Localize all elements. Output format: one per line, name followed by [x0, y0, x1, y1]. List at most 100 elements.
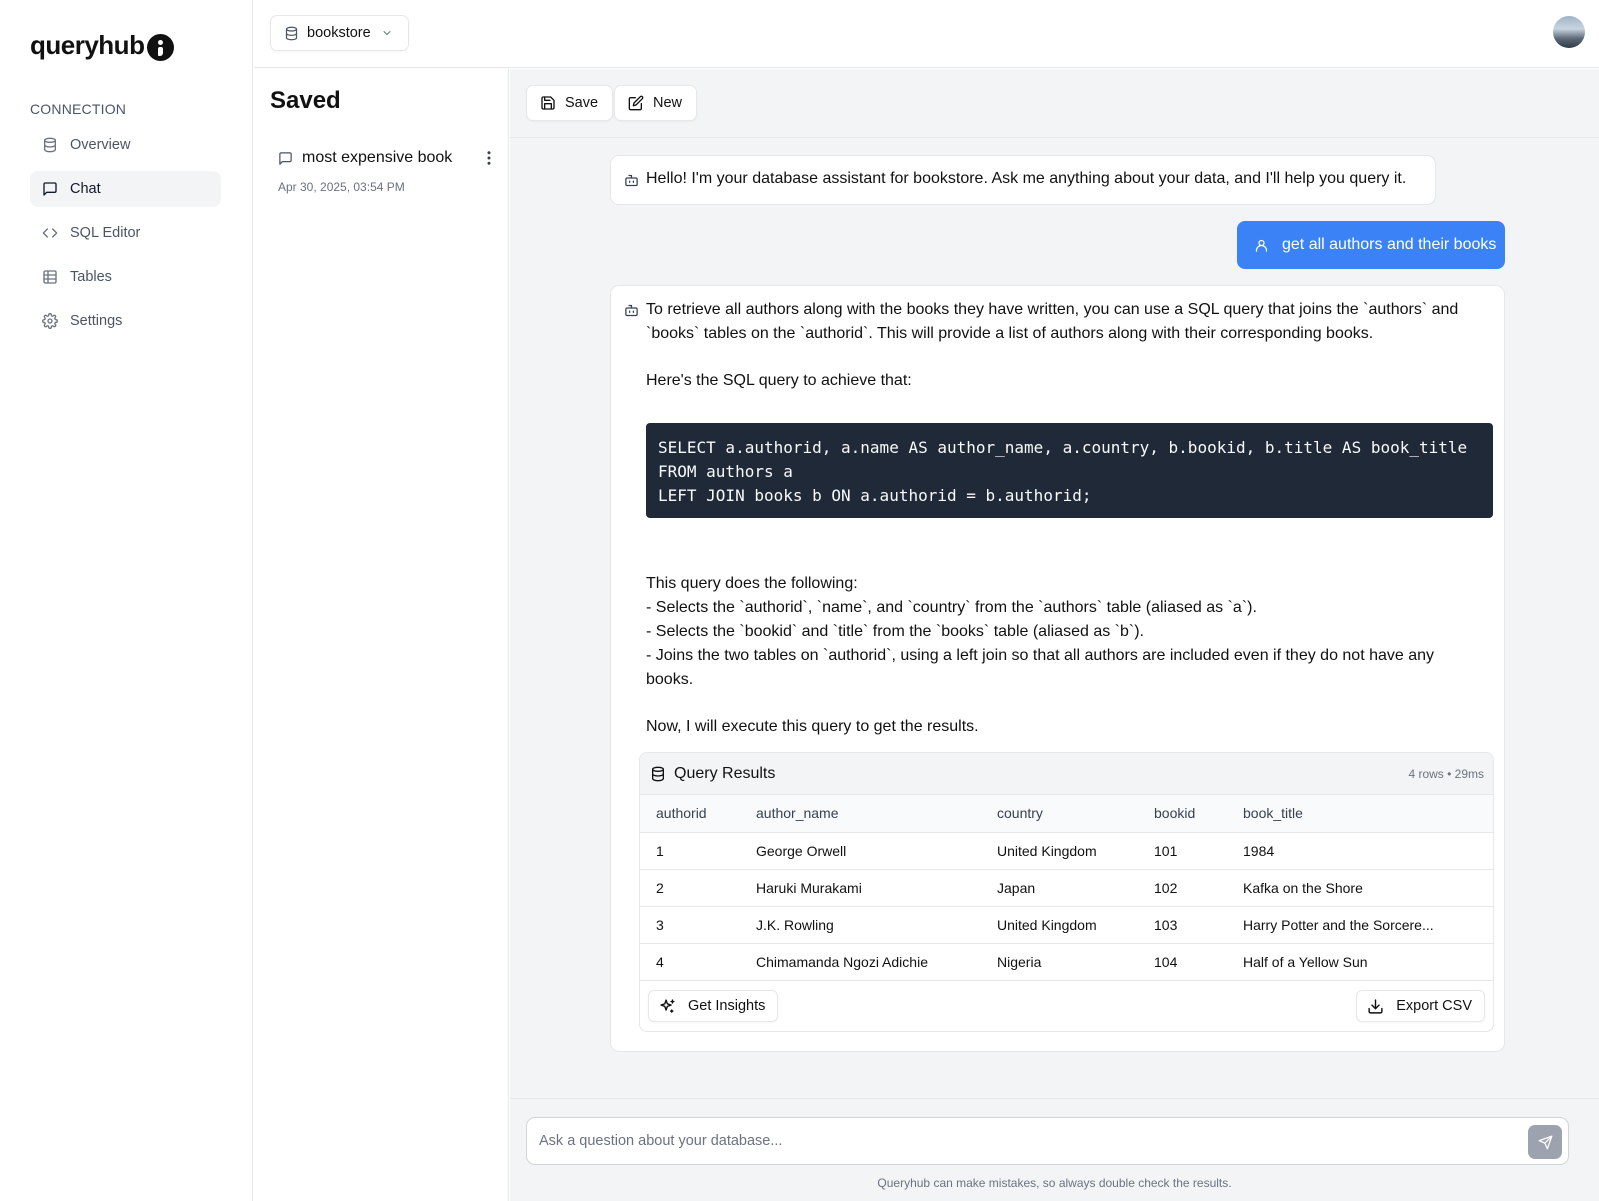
reply-closing: Now, I will execute this query to get th… [646, 718, 979, 735]
composer [526, 1117, 1569, 1165]
sidebar-nav: Overview Chat SQL Editor Tables Settings [30, 127, 221, 347]
send-button[interactable] [1528, 1125, 1562, 1159]
get-insights-button[interactable]: Get Insights [648, 990, 779, 1022]
sidebar-item-settings[interactable]: Settings [30, 303, 221, 339]
bot-icon [625, 174, 638, 187]
table-header-row: authorid author_name country bookid book… [640, 795, 1493, 833]
user-message: get all authors and their books [1237, 221, 1505, 269]
table-cell: United Kingdom [981, 906, 1138, 944]
user-message-text: get all authors and their books [1282, 236, 1497, 253]
save-icon [541, 96, 555, 110]
table-row: 2 Haruki Murakami Japan 102 Kafka on the… [640, 869, 1493, 907]
app-name: queryhub [30, 30, 145, 60]
greeting-text: Hello! I'm your database assistant for b… [646, 170, 1407, 187]
download-icon [1368, 998, 1383, 1014]
query-results-footer: Get Insights Export CSV [640, 981, 1493, 1031]
reply-intro: To retrieve all authors along with the b… [646, 301, 1463, 342]
gear-icon [42, 313, 58, 329]
table-row: 3 J.K. Rowling United Kingdom 103 Harry … [640, 906, 1493, 944]
saved-title: Saved [270, 87, 341, 114]
sidebar-item-tables[interactable]: Tables [30, 259, 221, 295]
table-row: 4 Chimamanda Ngozi Adichie Nigeria 104 H… [640, 943, 1493, 981]
explain-line: - Selects the `bookid` and `title` from … [646, 623, 1144, 640]
chat-toolbar: Save New [510, 69, 1599, 138]
database-icon [285, 26, 298, 40]
top-bar: bookstore [254, 0, 1599, 68]
column-header[interactable]: country [981, 795, 1138, 833]
sidebar-item-overview[interactable]: Overview [30, 127, 221, 163]
saved-chat-item[interactable]: most expensive book Apr 30, 2025, 03:54 … [278, 147, 498, 194]
table-cell: J.K. Rowling [740, 906, 981, 944]
save-button[interactable]: Save [526, 85, 614, 121]
table-cell: 1984 [1227, 832, 1493, 870]
reply-lead: Here's the SQL query to achieve that: [646, 372, 912, 389]
saved-chat-name: most expensive book [302, 149, 453, 166]
table-cell: Chimamanda Ngozi Adichie [740, 943, 981, 981]
bot-icon [625, 304, 638, 317]
table-cell: Japan [981, 869, 1138, 907]
sidebar-item-label: Overview [70, 137, 131, 153]
edit-icon [628, 95, 644, 111]
assistant-reply: To retrieve all authors along with the b… [610, 285, 1505, 1052]
table-cell: 102 [1138, 869, 1227, 907]
query-results-title: Query Results [674, 764, 776, 782]
composer-area: Queryhub can make mistakes, so always do… [510, 1098, 1599, 1201]
explain-title: This query does the following: [646, 575, 858, 592]
sql-code-block: SELECT a.authorid, a.name AS author_name… [646, 423, 1493, 518]
table-cell: Kafka on the Shore [1227, 869, 1493, 907]
logo-mark-icon [147, 33, 175, 61]
disclaimer: Queryhub can make mistakes, so always do… [877, 1176, 1232, 1190]
table-cell: 103 [1138, 906, 1227, 944]
sidebar-item-label: Settings [70, 313, 123, 329]
more-vertical-icon[interactable] [480, 149, 498, 167]
saved-panel: Saved most expensive book Apr 30, 2025, … [254, 69, 509, 1201]
get-insights-label: Get Insights [688, 998, 766, 1014]
reply-intro-block: To retrieve all authors along with the b… [646, 298, 1496, 393]
query-results-header: Query Results 4 rows • 29ms [640, 753, 1493, 795]
sidebar-item-sql-editor[interactable]: SQL Editor [30, 215, 221, 251]
column-header[interactable]: author_name [740, 795, 981, 833]
export-csv-label: Export CSV [1396, 998, 1472, 1014]
table-cell: 3 [640, 906, 740, 944]
table-cell: 101 [1138, 832, 1227, 870]
question-input[interactable] [539, 1118, 1499, 1164]
table-cell: Nigeria [981, 943, 1138, 981]
user-avatar[interactable] [1553, 16, 1585, 48]
table-cell: Half of a Yellow Sun [1227, 943, 1493, 981]
table-cell: Harry Potter and the Sorcere... [1227, 906, 1493, 944]
sparkles-icon [660, 998, 675, 1013]
database-select-value: bookstore [307, 25, 371, 41]
code-icon [42, 228, 58, 238]
column-header[interactable]: book_title [1227, 795, 1493, 833]
chat-main: Save New Hello! I'm your database assist… [510, 69, 1599, 1201]
table-cell: 1 [640, 832, 740, 870]
table-cell: United Kingdom [981, 832, 1138, 870]
table-cell: 104 [1138, 943, 1227, 981]
sidebar-item-label: Tables [70, 269, 112, 285]
database-select[interactable]: bookstore [270, 15, 409, 51]
new-chat-button[interactable]: New [614, 85, 698, 121]
column-header[interactable]: authorid [640, 795, 740, 833]
table-cell: Haruki Murakami [740, 869, 981, 907]
user-icon [1255, 239, 1268, 252]
explain-line: - Selects the `authorid`, `name`, and `c… [646, 599, 1257, 616]
sidebar-item-chat[interactable]: Chat [30, 171, 221, 207]
table-row: 1 George Orwell United Kingdom 101 1984 [640, 832, 1493, 870]
export-csv-button[interactable]: Export CSV [1356, 990, 1485, 1022]
query-results-card: Query Results 4 rows • 29ms authorid aut… [639, 752, 1494, 1032]
table-cell: George Orwell [740, 832, 981, 870]
database-icon [44, 137, 56, 153]
app-logo[interactable]: queryhub [30, 30, 175, 61]
chevron-down-icon [383, 31, 391, 35]
sidebar: queryhub CONNECTION Overview Chat SQL Ed… [0, 0, 253, 1201]
send-icon [1538, 1135, 1552, 1149]
sidebar-item-label: Chat [70, 181, 101, 197]
new-button-label: New [653, 95, 683, 111]
explain-line: - Joins the two tables on `authorid`, us… [646, 647, 1439, 688]
table-cell: 4 [640, 943, 740, 981]
results-table: authorid author_name country bookid book… [640, 795, 1493, 981]
query-results-meta: 4 rows • 29ms [1408, 766, 1484, 781]
message-square-icon [43, 182, 57, 196]
sidebar-item-label: SQL Editor [70, 225, 141, 241]
column-header[interactable]: bookid [1138, 795, 1227, 833]
